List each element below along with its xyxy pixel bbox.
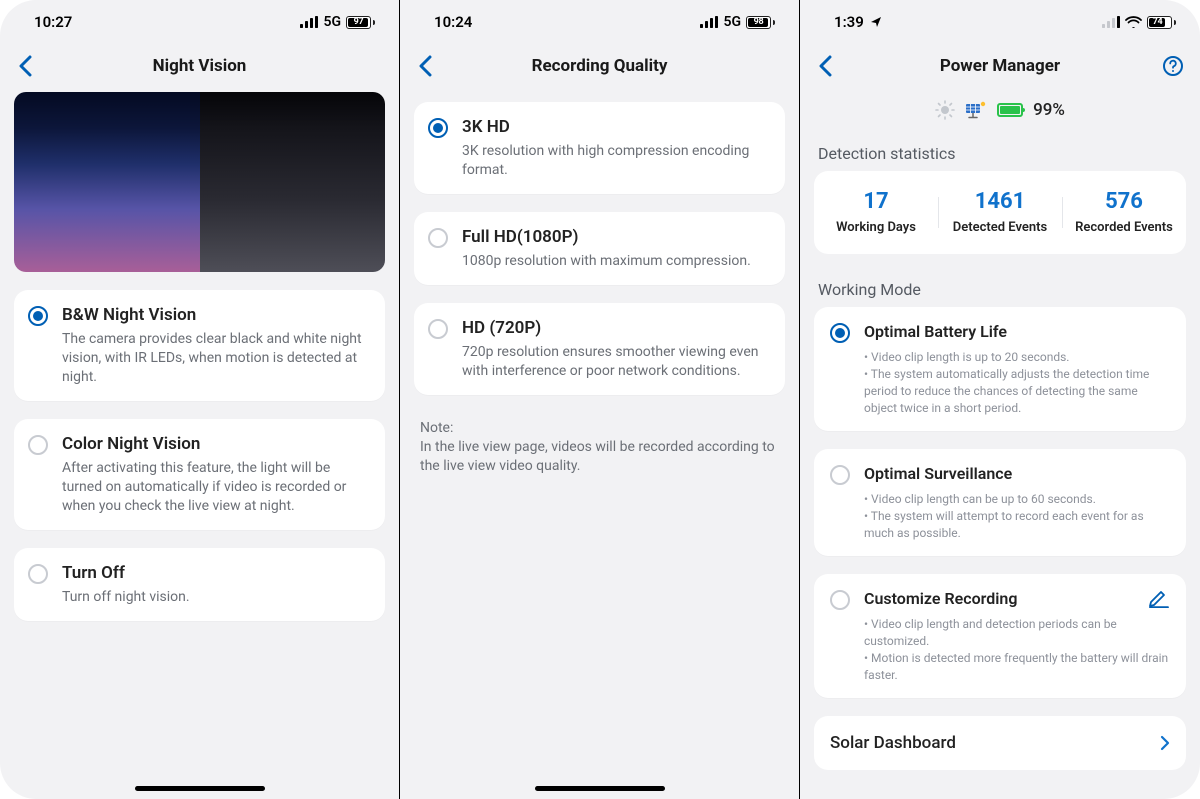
- screen-power-manager: 1:39 74 Power Manager: [800, 0, 1200, 799]
- option-turn-off[interactable]: Turn Off Turn off night vision.: [14, 548, 385, 621]
- radio-icon: [28, 564, 48, 584]
- header: Recording Quality: [400, 44, 799, 88]
- power-status-row: 99%: [814, 100, 1186, 120]
- note: Note: In the live view page, videos will…: [414, 413, 785, 476]
- edit-icon[interactable]: [1148, 588, 1170, 608]
- status-time: 10:27: [34, 13, 72, 31]
- device-battery-icon: [997, 103, 1023, 117]
- option-title: Turn Off: [62, 562, 371, 584]
- status-bar: 10:27 5G 97: [0, 0, 399, 44]
- status-bar: 1:39 74: [800, 0, 1200, 44]
- status-time: 10:24: [434, 13, 472, 31]
- solar-dashboard-link[interactable]: Solar Dashboard: [814, 716, 1186, 770]
- stat-recorded-events: 576 Recorded Events: [1062, 189, 1186, 236]
- radio-icon: [28, 435, 48, 455]
- option-desc: 1080p resolution with maximum compressio…: [462, 252, 771, 271]
- screen-recording-quality: 10:24 5G 98 Recording Quality: [400, 0, 800, 799]
- mode-section-label: Working Mode: [818, 280, 1182, 299]
- radio-icon: [428, 319, 448, 339]
- option-desc: • Video clip length and detection period…: [864, 616, 1170, 684]
- battery-icon: 97: [346, 16, 375, 29]
- stat-detected-events: 1461 Detected Events: [938, 189, 1062, 236]
- radio-icon: [830, 323, 850, 343]
- option-desc: 720p resolution ensures smoother viewing…: [462, 343, 771, 381]
- status-network: 5G: [723, 14, 741, 30]
- chevron-right-icon: [1160, 735, 1170, 751]
- option-color-night-vision[interactable]: Color Night Vision After activating this…: [14, 419, 385, 530]
- mode-customize-recording[interactable]: Customize Recording • Video clip length …: [814, 574, 1186, 698]
- home-indicator[interactable]: [135, 786, 265, 791]
- radio-icon: [830, 590, 850, 610]
- radio-icon: [28, 306, 48, 326]
- note-label: Note:: [420, 420, 453, 436]
- page-title: Night Vision: [153, 56, 247, 76]
- screen-night-vision: 10:27 5G 97 Night Vision: [0, 0, 400, 799]
- radio-icon: [830, 465, 850, 485]
- option-title: Customize Recording: [864, 588, 1170, 610]
- option-3k-hd[interactable]: 3K HD 3K resolution with high compressio…: [414, 102, 785, 194]
- back-button[interactable]: [412, 49, 438, 83]
- back-button[interactable]: [12, 49, 38, 83]
- status-time: 1:39: [834, 13, 864, 31]
- preview-image: [14, 92, 385, 272]
- stat-working-days: 17 Working Days: [814, 189, 938, 236]
- stats-card: 17 Working Days 1461 Detected Events 576…: [814, 171, 1186, 254]
- solar-panel-icon: [965, 101, 987, 119]
- page-title: Recording Quality: [532, 56, 668, 76]
- option-title: 3K HD: [462, 116, 771, 138]
- option-desc: • Video clip length can be up to 60 seco…: [864, 491, 1170, 542]
- option-hd-720[interactable]: HD (720P) 720p resolution ensures smooth…: [414, 303, 785, 395]
- help-button[interactable]: [1162, 55, 1184, 77]
- battery-icon: 74: [1147, 16, 1176, 29]
- mode-optimal-surveillance[interactable]: Optimal Surveillance • Video clip length…: [814, 449, 1186, 556]
- page-title: Power Manager: [940, 56, 1060, 76]
- signal-icon: [300, 16, 318, 28]
- status-bar: 10:24 5G 98: [400, 0, 799, 44]
- option-title: Full HD(1080P): [462, 226, 771, 248]
- signal-icon: [1102, 16, 1120, 28]
- option-desc: 3K resolution with high compression enco…: [462, 142, 771, 180]
- option-title: B&W Night Vision: [62, 304, 371, 326]
- location-icon: [870, 16, 882, 28]
- radio-icon: [428, 228, 448, 248]
- device-battery-pct: 99%: [1033, 100, 1065, 120]
- home-indicator[interactable]: [535, 786, 665, 791]
- option-title: HD (720P): [462, 317, 771, 339]
- option-desc: After activating this feature, the light…: [62, 459, 371, 516]
- option-desc: Turn off night vision.: [62, 588, 371, 607]
- back-button[interactable]: [812, 49, 838, 83]
- brightness-icon: [935, 100, 955, 120]
- option-title: Optimal Surveillance: [864, 463, 1170, 485]
- option-title: Color Night Vision: [62, 433, 371, 455]
- option-desc: • Video clip length is up to 20 seconds.…: [864, 349, 1170, 417]
- option-bw-night-vision[interactable]: B&W Night Vision The camera provides cle…: [14, 290, 385, 401]
- signal-icon: [700, 16, 718, 28]
- status-network: 5G: [323, 14, 341, 30]
- note-text: In the live view page, videos will be re…: [420, 439, 775, 474]
- option-full-hd[interactable]: Full HD(1080P) 1080p resolution with max…: [414, 212, 785, 285]
- wifi-icon: [1125, 16, 1142, 28]
- option-title: Optimal Battery Life: [864, 321, 1170, 343]
- header: Night Vision: [0, 44, 399, 88]
- header: Power Manager: [800, 44, 1200, 88]
- option-desc: The camera provides clear black and whit…: [62, 330, 371, 387]
- radio-icon: [428, 118, 448, 138]
- stats-section-label: Detection statistics: [818, 144, 1182, 163]
- battery-icon: 98: [746, 16, 775, 29]
- mode-optimal-battery[interactable]: Optimal Battery Life • Video clip length…: [814, 307, 1186, 431]
- link-label: Solar Dashboard: [830, 733, 956, 753]
